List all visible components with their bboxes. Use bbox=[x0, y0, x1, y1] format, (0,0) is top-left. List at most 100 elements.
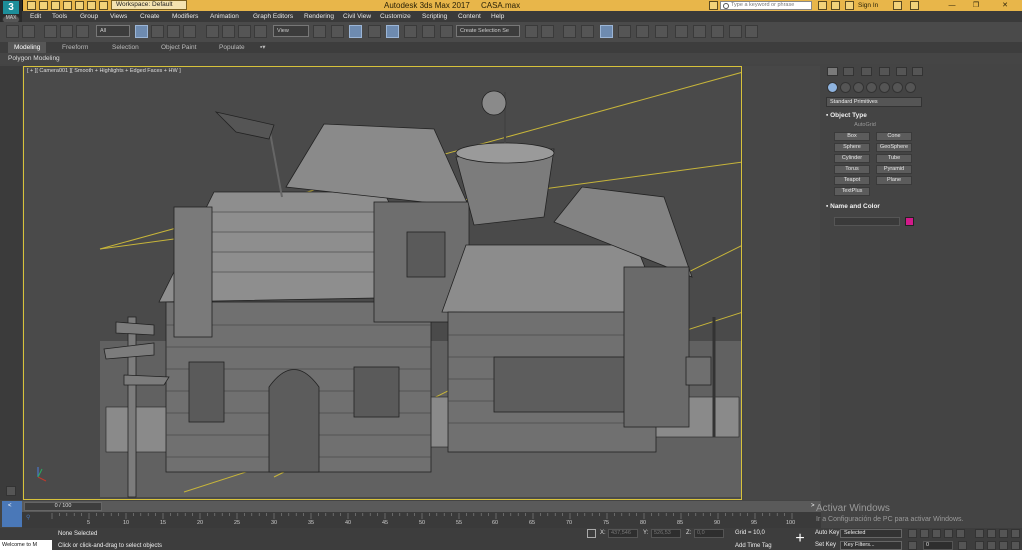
go-to-end-icon[interactable] bbox=[956, 529, 965, 538]
add-keyframe-icon[interactable]: + bbox=[790, 530, 810, 548]
cone-button[interactable]: Cone bbox=[876, 132, 912, 141]
torus-button[interactable]: Torus bbox=[834, 165, 870, 174]
material-editor-icon[interactable] bbox=[655, 25, 668, 38]
create-tab-icon[interactable] bbox=[827, 67, 838, 76]
rotate-icon[interactable] bbox=[222, 25, 235, 38]
geometry-icon[interactable] bbox=[827, 82, 838, 93]
tube-button[interactable]: Tube bbox=[876, 154, 912, 163]
help-icon[interactable] bbox=[831, 1, 840, 10]
menu-scripting[interactable]: Scripting bbox=[422, 11, 447, 22]
angle-snap-icon[interactable] bbox=[386, 25, 399, 38]
menu-animation[interactable]: Animation bbox=[210, 11, 239, 22]
render-in-cloud-icon[interactable] bbox=[729, 25, 742, 38]
edit-named-selection-icon[interactable] bbox=[440, 25, 453, 38]
named-selection-set-dropdown[interactable]: Create Selection Se bbox=[456, 25, 520, 37]
close-button[interactable]: ✕ bbox=[995, 0, 1015, 11]
name-color-rollout-header[interactable]: ▪ Name and Color bbox=[826, 202, 922, 212]
project-folder-icon[interactable] bbox=[87, 1, 96, 10]
toggle-scene-explorer-icon[interactable] bbox=[563, 25, 576, 38]
key-filters-button[interactable]: Key Filters... bbox=[840, 541, 902, 550]
move-icon[interactable] bbox=[206, 25, 219, 38]
percent-snap-icon[interactable] bbox=[404, 25, 417, 38]
undo-icon[interactable] bbox=[6, 25, 19, 38]
go-to-start-icon[interactable] bbox=[908, 529, 917, 538]
user-icon[interactable] bbox=[845, 1, 854, 10]
polygon-modeling-panel[interactable]: Polygon Modeling bbox=[8, 53, 60, 64]
menu-rendering[interactable]: Rendering bbox=[304, 11, 334, 22]
teapot-button[interactable]: Teapot bbox=[834, 176, 870, 185]
display-tab-icon[interactable] bbox=[896, 67, 907, 76]
key-set-dropdown[interactable]: Selected bbox=[840, 529, 902, 538]
toggle-ribbon-icon[interactable] bbox=[600, 25, 613, 38]
zoom-icon[interactable] bbox=[975, 529, 984, 538]
info-icon[interactable] bbox=[910, 1, 919, 10]
bind-space-warp-icon[interactable] bbox=[76, 25, 89, 38]
snaps-toggle-icon[interactable] bbox=[368, 25, 381, 38]
viewport-label[interactable]: [ + ][ Camera001 ][ Smooth + Highlights … bbox=[27, 68, 181, 74]
time-slider-track[interactable] bbox=[22, 501, 821, 512]
tab-modeling[interactable]: Modeling bbox=[8, 42, 47, 53]
redo-icon[interactable] bbox=[22, 25, 35, 38]
next-frame-icon[interactable]: > bbox=[811, 503, 815, 509]
placement-icon[interactable] bbox=[254, 25, 267, 38]
menu-views[interactable]: Views bbox=[110, 11, 127, 22]
rendered-frame-window-icon[interactable] bbox=[693, 25, 706, 38]
cylinder-button[interactable]: Cylinder bbox=[834, 154, 870, 163]
menu-graph-editors[interactable]: Graph Editors bbox=[253, 11, 293, 22]
geosphere-button[interactable]: GeoSphere bbox=[876, 143, 912, 152]
object-type-rollout-header[interactable]: ▪ Object Type bbox=[826, 111, 922, 121]
zoom-extents-icon[interactable] bbox=[999, 529, 1008, 538]
keyboard-shortcut-override-icon[interactable] bbox=[349, 25, 362, 38]
menu-help[interactable]: Help bbox=[491, 11, 504, 22]
systems-icon[interactable] bbox=[905, 82, 916, 93]
minimize-button[interactable]: — bbox=[942, 0, 962, 11]
shapes-icon[interactable] bbox=[840, 82, 851, 93]
key-mode-toggle-icon[interactable] bbox=[908, 541, 917, 550]
play-icon[interactable] bbox=[932, 529, 941, 538]
link-icon[interactable] bbox=[44, 25, 57, 38]
save-file-icon[interactable] bbox=[51, 1, 60, 10]
maximize-button[interactable]: ❐ bbox=[966, 0, 986, 11]
utilities-tab-icon[interactable] bbox=[912, 67, 923, 76]
orbit-icon[interactable] bbox=[999, 541, 1008, 550]
modify-tab-icon[interactable] bbox=[843, 67, 854, 76]
z-coordinate-field[interactable]: 0,0 bbox=[694, 529, 724, 538]
ribbon-options-icon[interactable]: ▪▾ bbox=[260, 42, 266, 53]
tab-populate[interactable]: Populate bbox=[219, 42, 245, 53]
select-by-name-icon[interactable] bbox=[151, 25, 164, 38]
field-of-view-icon[interactable] bbox=[975, 541, 984, 550]
render-production-icon[interactable] bbox=[711, 25, 724, 38]
sphere-button[interactable]: Sphere bbox=[834, 143, 870, 152]
schematic-view-icon[interactable] bbox=[636, 25, 649, 38]
autodesk-store-icon[interactable] bbox=[818, 1, 827, 10]
previous-key-icon[interactable] bbox=[920, 529, 929, 538]
search-input[interactable]: Type a keyword or phrase bbox=[720, 1, 812, 10]
lights-icon[interactable] bbox=[853, 82, 864, 93]
curve-editor-icon[interactable] bbox=[618, 25, 631, 38]
menu-civil-view[interactable]: Civil View bbox=[343, 11, 371, 22]
sign-in-button[interactable]: Sign In bbox=[858, 0, 878, 11]
tab-object-paint[interactable]: Object Paint bbox=[161, 42, 196, 53]
new-file-icon[interactable] bbox=[27, 1, 36, 10]
search-toggle-icon[interactable] bbox=[709, 1, 718, 10]
next-key-icon[interactable] bbox=[944, 529, 953, 538]
key-mode-icon[interactable]: ⚲ bbox=[26, 514, 30, 521]
menu-tools[interactable]: Tools bbox=[52, 11, 67, 22]
mirror-icon[interactable] bbox=[525, 25, 538, 38]
autogrid-checkbox[interactable]: AutoGrid bbox=[826, 122, 904, 128]
exchange-apps-icon[interactable] bbox=[893, 1, 902, 10]
cameras-icon[interactable] bbox=[866, 82, 877, 93]
primitive-type-dropdown[interactable]: Standard Primitives bbox=[826, 97, 922, 107]
render-setup-icon[interactable] bbox=[675, 25, 688, 38]
align-icon[interactable] bbox=[541, 25, 554, 38]
motion-tab-icon[interactable] bbox=[879, 67, 890, 76]
maximize-viewport-icon[interactable] bbox=[1011, 541, 1020, 550]
time-slider-thumb[interactable]: 0 / 100 bbox=[24, 502, 102, 511]
current-frame-field[interactable]: 0 bbox=[923, 541, 953, 550]
time-configuration-icon[interactable] bbox=[958, 541, 967, 550]
maxscript-listener-input[interactable]: Welcome to M bbox=[0, 540, 52, 550]
add-time-tag-button[interactable]: Add Time Tag bbox=[735, 543, 772, 549]
auto-key-button[interactable]: Auto Key bbox=[815, 530, 839, 536]
isolate-selection-icon[interactable] bbox=[587, 529, 596, 538]
app-logo-button[interactable]: 3 MAX bbox=[0, 0, 23, 25]
